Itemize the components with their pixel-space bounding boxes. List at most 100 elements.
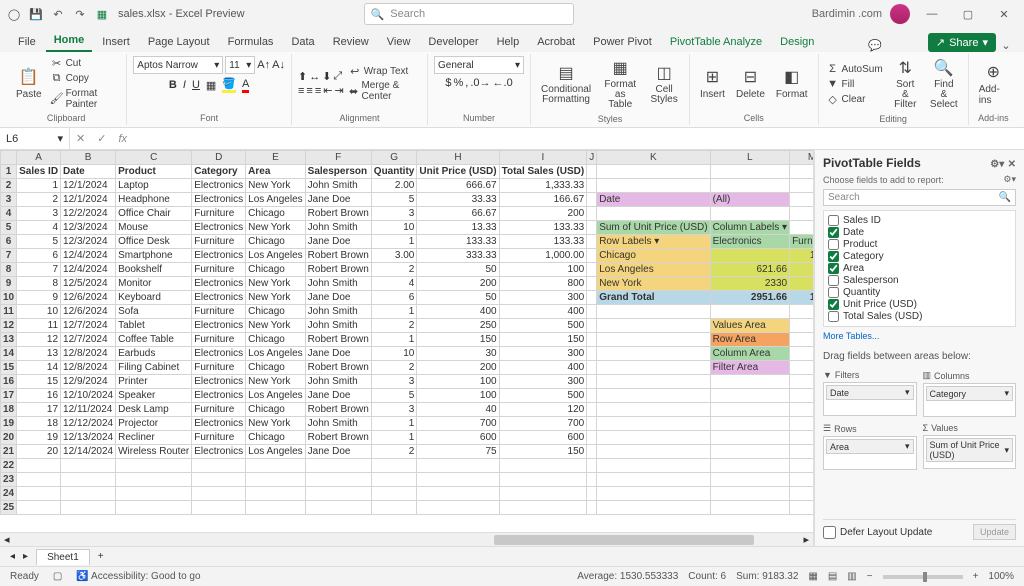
cell[interactable]: 12/3/2024 bbox=[61, 235, 116, 249]
data-header[interactable]: Area bbox=[246, 165, 306, 179]
column-header[interactable]: L bbox=[710, 151, 790, 165]
cell[interactable]: 12/6/2024 bbox=[61, 305, 116, 319]
cell[interactable]: 5 bbox=[17, 235, 61, 249]
cell[interactable] bbox=[246, 501, 306, 515]
cell[interactable]: 400 bbox=[417, 305, 499, 319]
cell[interactable]: New York bbox=[246, 179, 306, 193]
cell[interactable] bbox=[597, 305, 710, 319]
cell[interactable]: 200 bbox=[417, 361, 499, 375]
cell[interactable]: 600 bbox=[499, 431, 587, 445]
column-header[interactable]: J bbox=[587, 151, 597, 165]
share-button[interactable]: ↗Share▾ bbox=[928, 33, 996, 52]
data-header[interactable]: Salesperson bbox=[305, 165, 371, 179]
cell[interactable]: New York bbox=[246, 417, 306, 431]
row-header[interactable]: 23 bbox=[1, 473, 17, 487]
cell[interactable]: Robert Brown bbox=[305, 249, 371, 263]
row-header[interactable]: 10 bbox=[1, 291, 17, 305]
cell[interactable]: Electronics bbox=[192, 389, 246, 403]
avatar[interactable] bbox=[890, 4, 910, 24]
cell[interactable]: 75 bbox=[417, 445, 499, 459]
column-header[interactable]: H bbox=[417, 151, 499, 165]
format-cells-button[interactable]: ◧Format bbox=[772, 65, 812, 102]
cell[interactable]: 1,333.33 bbox=[499, 179, 587, 193]
cell[interactable]: 6 bbox=[17, 249, 61, 263]
cell[interactable] bbox=[597, 473, 710, 487]
cell[interactable] bbox=[597, 487, 710, 501]
cell[interactable]: 11 bbox=[17, 319, 61, 333]
cell[interactable]: 3.00 bbox=[371, 249, 417, 263]
cell[interactable]: Office Desk bbox=[116, 235, 192, 249]
spreadsheet-grid[interactable]: ABCDEFGHIJKLMNO1Sales IDDateProductCateg… bbox=[0, 150, 814, 546]
cell[interactable]: 12/6/2024 bbox=[61, 291, 116, 305]
cell-styles-button[interactable]: ◫Cell Styles bbox=[645, 61, 683, 107]
align-center-icon[interactable]: ≡ bbox=[306, 85, 312, 97]
field-checkbox[interactable]: Category bbox=[828, 251, 1011, 262]
cell[interactable] bbox=[371, 473, 417, 487]
cell[interactable]: Desk Lamp bbox=[116, 403, 192, 417]
cell[interactable]: (All) bbox=[710, 193, 790, 207]
cell[interactable]: Filing Cabinet bbox=[116, 361, 192, 375]
cell[interactable] bbox=[710, 389, 790, 403]
cell[interactable] bbox=[790, 347, 814, 361]
save-icon[interactable]: 💾 bbox=[28, 6, 44, 22]
cell[interactable] bbox=[587, 291, 597, 305]
cell[interactable] bbox=[710, 431, 790, 445]
view-break-icon[interactable]: ▥ bbox=[847, 571, 856, 582]
column-header[interactable]: B bbox=[61, 151, 116, 165]
cell[interactable]: 1 bbox=[17, 179, 61, 193]
cell[interactable]: 700 bbox=[499, 417, 587, 431]
column-header[interactable]: F bbox=[305, 151, 371, 165]
column-header[interactable]: D bbox=[192, 151, 246, 165]
cell[interactable]: Chicago bbox=[246, 361, 306, 375]
cell[interactable]: 100 bbox=[499, 263, 587, 277]
cell[interactable] bbox=[17, 473, 61, 487]
cell[interactable]: 50 bbox=[417, 263, 499, 277]
cell[interactable] bbox=[790, 179, 814, 193]
cell[interactable]: 400 bbox=[499, 361, 587, 375]
cell[interactable] bbox=[790, 487, 814, 501]
cell[interactable]: New York bbox=[597, 277, 710, 291]
cell[interactable]: 12/8/2024 bbox=[61, 347, 116, 361]
update-button[interactable]: Update bbox=[973, 524, 1016, 540]
cell[interactable]: 250 bbox=[417, 319, 499, 333]
row-header[interactable]: 20 bbox=[1, 431, 17, 445]
tab-pivottable-analyze[interactable]: PivotTable Analyze bbox=[662, 32, 770, 52]
cell[interactable] bbox=[710, 179, 790, 193]
cell[interactable] bbox=[587, 179, 597, 193]
cell[interactable] bbox=[587, 277, 597, 291]
cell[interactable]: 4 bbox=[17, 221, 61, 235]
cell[interactable] bbox=[597, 445, 710, 459]
italic-button[interactable]: I bbox=[183, 79, 186, 91]
format-as-table-button[interactable]: ▦Format as Table bbox=[598, 56, 642, 112]
cell[interactable]: Recliner bbox=[116, 431, 192, 445]
cell[interactable] bbox=[710, 249, 790, 263]
cell[interactable]: Filter Area bbox=[710, 361, 790, 375]
row-header[interactable]: 25 bbox=[1, 501, 17, 515]
cell[interactable]: Grand Total bbox=[597, 291, 710, 305]
sheet-nav-next-icon[interactable]: ▸ bbox=[23, 551, 28, 562]
more-tables-link[interactable]: More Tables... bbox=[823, 331, 1016, 341]
cell[interactable]: Robert Brown bbox=[305, 403, 371, 417]
row-header[interactable]: 16 bbox=[1, 375, 17, 389]
scrollbar-thumb[interactable] bbox=[494, 535, 754, 545]
align-right-icon[interactable]: ≡ bbox=[315, 85, 321, 97]
cell[interactable] bbox=[587, 263, 597, 277]
cell[interactable] bbox=[61, 487, 116, 501]
row-header[interactable]: 19 bbox=[1, 417, 17, 431]
row-header[interactable]: 22 bbox=[1, 459, 17, 473]
cell[interactable] bbox=[597, 501, 710, 515]
cell[interactable]: 300 bbox=[499, 375, 587, 389]
sort-filter-button[interactable]: ⇅Sort & Filter bbox=[888, 56, 923, 112]
column-header[interactable]: I bbox=[499, 151, 587, 165]
cell[interactable] bbox=[790, 361, 814, 375]
cell[interactable]: New York bbox=[246, 221, 306, 235]
cell[interactable]: Jane Doe bbox=[305, 445, 371, 459]
cell[interactable]: 10 bbox=[371, 347, 417, 361]
cell[interactable]: Projector bbox=[116, 417, 192, 431]
align-left-icon[interactable]: ≡ bbox=[298, 85, 304, 97]
cell[interactable]: 17 bbox=[17, 403, 61, 417]
cell[interactable] bbox=[597, 347, 710, 361]
align-bottom-icon[interactable]: ⬇ bbox=[322, 70, 331, 83]
cell[interactable]: 2.00 bbox=[371, 179, 417, 193]
field-checkbox[interactable]: Unit Price (USD) bbox=[828, 299, 1011, 310]
